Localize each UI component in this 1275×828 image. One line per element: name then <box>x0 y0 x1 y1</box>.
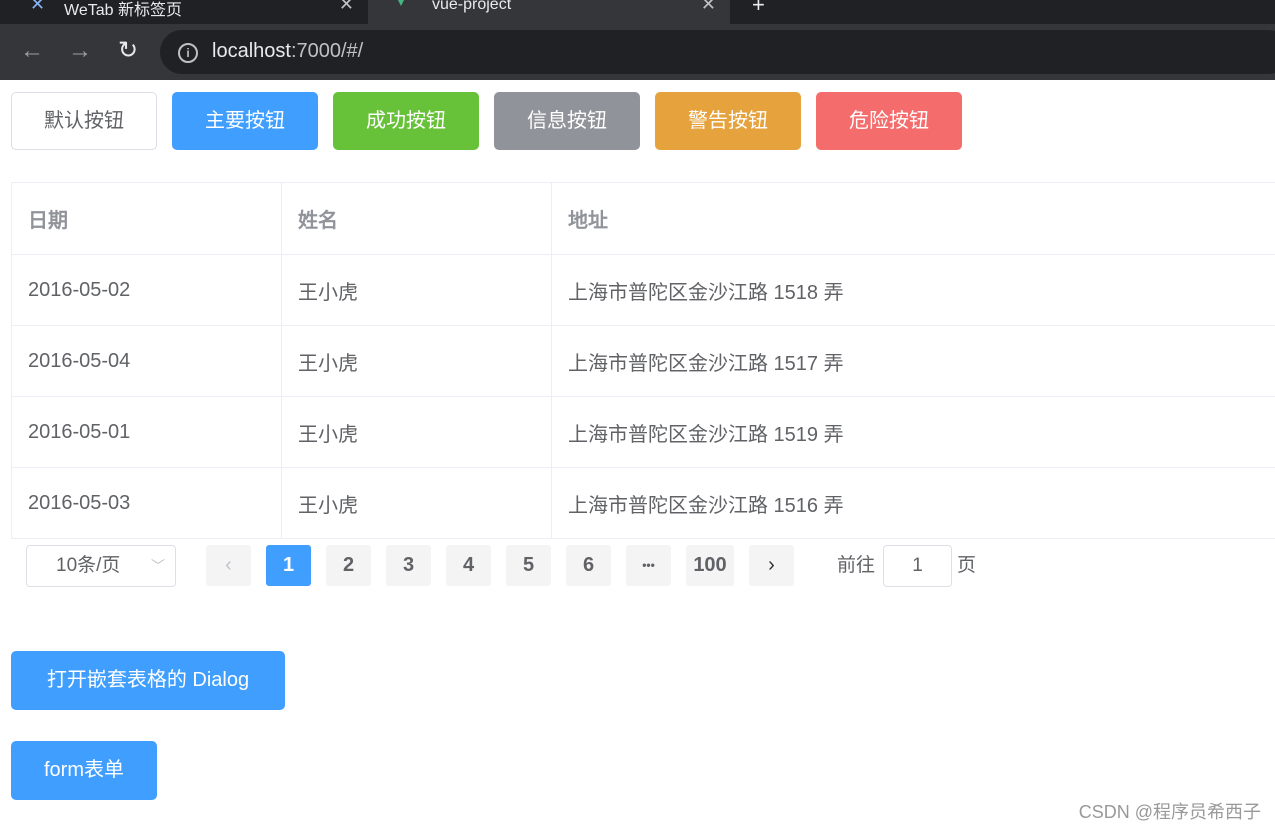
back-arrow-icon[interactable]: ← <box>16 36 48 68</box>
vue-favicon-icon <box>394 0 408 6</box>
success-button[interactable]: 成功按钮 <box>333 92 479 150</box>
table-row: 2016-05-04 王小虎 上海市普陀区金沙江路 1517 弄 <box>12 326 1275 397</box>
chevron-down-icon: ﹀ <box>151 558 165 574</box>
default-button[interactable]: 默认按钮 <box>11 92 157 150</box>
table-row: 2016-05-01 王小虎 上海市普陀区金沙江路 1519 弄 <box>12 397 1275 468</box>
tab-close-icon[interactable]: ✕ <box>339 0 354 15</box>
url-text[interactable]: localhost:7000/#/ <box>212 40 363 63</box>
info-button[interactable]: 信息按钮 <box>494 92 640 150</box>
reload-icon[interactable]: ↻ <box>112 36 144 68</box>
form-button[interactable]: form表单 <box>11 741 157 800</box>
cell-name: 王小虎 <box>282 255 552 325</box>
page-100[interactable]: 100 <box>686 545 734 586</box>
goto-page-input[interactable]: 1 <box>883 545 952 587</box>
browser-tab-wetab[interactable]: ✕ WeTab 新标签页 ✕ <box>0 0 368 24</box>
tab-title: vue-project <box>432 0 512 13</box>
data-table: 日期 姓名 地址 2016-05-02 王小虎 上海市普陀区金沙江路 1518 … <box>11 182 1275 539</box>
next-page-button[interactable]: › <box>749 545 794 586</box>
cell-date: 2016-05-04 <box>12 326 282 396</box>
cell-name: 王小虎 <box>282 397 552 467</box>
page-size-select[interactable]: 10条/页 ﹀ <box>26 545 176 587</box>
primary-button[interactable]: 主要按钮 <box>172 92 318 150</box>
page-size-value: 10条/页 <box>56 555 121 576</box>
cell-address: 上海市普陀区金沙江路 1519 弄 <box>568 423 844 446</box>
new-tab-button[interactable]: + <box>752 0 765 18</box>
tab-title: WeTab 新标签页 <box>64 2 182 19</box>
page-1[interactable]: 1 <box>266 545 311 586</box>
browser-toolbar: ← → ↻ i localhost:7000/#/ <box>0 24 1275 80</box>
table-row: 2016-05-03 王小虎 上海市普陀区金沙江路 1516 弄 <box>12 468 1275 539</box>
cell-date: 2016-05-02 <box>12 255 282 325</box>
tab-close-icon[interactable]: ✕ <box>701 0 716 15</box>
cell-date: 2016-05-03 <box>12 468 282 538</box>
goto-suffix: 页 <box>957 555 977 576</box>
forward-arrow-icon[interactable]: → <box>64 36 96 68</box>
goto-label: 前往 <box>837 555 876 576</box>
url-path: :7000/#/ <box>290 40 364 62</box>
browser-tab-bar: ✕ WeTab 新标签页 ✕ vue-project ✕ + <box>0 0 1275 24</box>
browser-tab-vue-project[interactable]: vue-project ✕ <box>368 0 730 24</box>
page-6[interactable]: 6 <box>566 545 611 586</box>
wetab-favicon-icon: ✕ <box>30 0 46 14</box>
page-4[interactable]: 4 <box>446 545 491 586</box>
page-3[interactable]: 3 <box>386 545 431 586</box>
cell-date: 2016-05-01 <box>12 397 282 467</box>
open-dialog-button[interactable]: 打开嵌套表格的 Dialog <box>11 651 285 710</box>
cell-name: 王小虎 <box>282 468 552 538</box>
cell-name: 王小虎 <box>282 326 552 396</box>
page-2[interactable]: 2 <box>326 545 371 586</box>
cell-address: 上海市普陀区金沙江路 1518 弄 <box>568 281 844 304</box>
watermark: CSDN @程序员希西子 <box>1078 802 1261 822</box>
table-row: 2016-05-02 王小虎 上海市普陀区金沙江路 1518 弄 <box>12 255 1275 326</box>
cell-address: 上海市普陀区金沙江路 1516 弄 <box>568 494 844 517</box>
more-pages-ellipsis[interactable]: ••• <box>626 545 671 586</box>
cell-address: 上海市普陀区金沙江路 1517 弄 <box>568 352 844 375</box>
url-host: localhost <box>212 40 291 62</box>
header-address: 地址 <box>568 210 608 232</box>
warning-button[interactable]: 警告按钮 <box>655 92 801 150</box>
site-info-icon[interactable]: i <box>178 43 198 63</box>
table-header-row: 日期 姓名 地址 <box>12 183 1275 255</box>
header-name: 姓名 <box>282 183 552 254</box>
prev-page-button[interactable]: ‹ <box>206 545 251 586</box>
danger-button[interactable]: 危险按钮 <box>816 92 962 150</box>
page-5[interactable]: 5 <box>506 545 551 586</box>
header-date: 日期 <box>12 183 282 254</box>
address-bar[interactable]: i localhost:7000/#/ <box>160 30 1275 74</box>
